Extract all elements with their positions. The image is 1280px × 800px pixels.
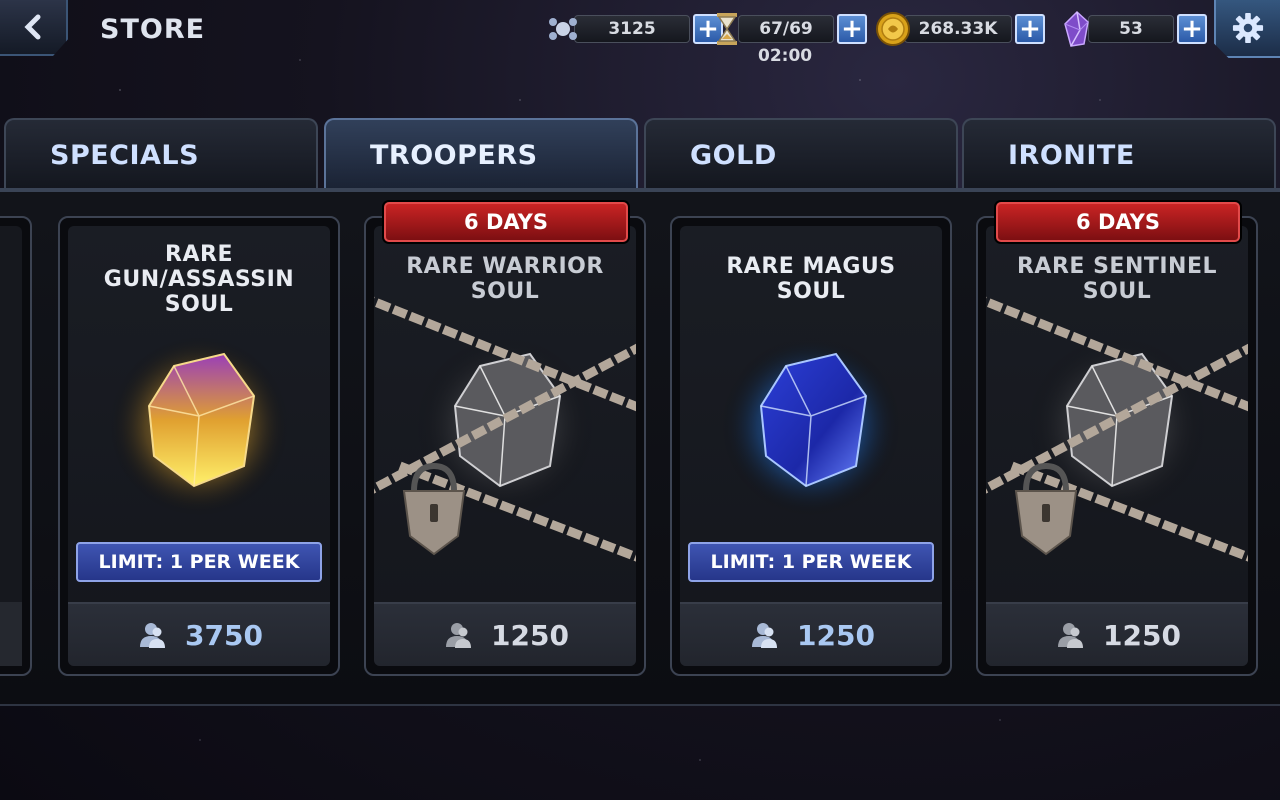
add-energy-button[interactable]: + xyxy=(837,14,867,44)
gold-counter: 268.33K + xyxy=(876,12,1045,46)
price-value: 3750 xyxy=(185,618,263,652)
price-value: 1250 xyxy=(797,618,875,652)
tab-troopers[interactable]: TROOPERS xyxy=(324,118,638,190)
purchase-limit-label: LIMIT: 1 PER WEEK xyxy=(76,542,322,582)
trooper-points-icon xyxy=(549,18,577,40)
tab-label: IRONITE xyxy=(1008,140,1135,171)
tab-label: TROOPERS xyxy=(370,140,538,171)
store-tabs: SPECIALS TROOPERS GOLD IRONITE xyxy=(0,118,1280,192)
item-price[interactable]: 3750 xyxy=(68,602,330,666)
tab-specials[interactable]: SPECIALS xyxy=(4,118,318,190)
time-remaining-badge: 6 DAYS xyxy=(384,202,628,242)
page-title: STORE xyxy=(100,14,206,45)
item-price[interactable]: 1250 xyxy=(680,602,942,666)
trooper-points-icon xyxy=(752,623,778,648)
energy-timer: 02:00 xyxy=(758,46,813,66)
back-button[interactable] xyxy=(0,0,68,56)
item-name: RARE GUN/ASSASSIN SOUL xyxy=(103,242,295,317)
store-item-card[interactable]: RARE MAGUS SOUL LIMIT: 1 PER WEEK 1250 xyxy=(670,216,952,676)
ironite-crystal-icon xyxy=(1064,10,1089,47)
tab-label: SPECIALS xyxy=(50,140,200,171)
hourglass-icon xyxy=(717,13,737,45)
ironite-counter: 53 + xyxy=(1064,10,1207,47)
partial-store-item-card[interactable] xyxy=(0,216,32,676)
trooper-points-value: 3125 xyxy=(574,15,690,43)
tab-ironite[interactable]: IRONITE xyxy=(962,118,1276,190)
energy-value: 67/69 xyxy=(738,15,834,43)
price-value: 1250 xyxy=(491,618,569,652)
lock-chains-icon xyxy=(986,296,1248,562)
purple-gold-soul-gem-icon xyxy=(109,336,289,516)
lock-chains-icon xyxy=(374,296,636,562)
energy-counter: 67/69 + xyxy=(716,12,867,46)
chevron-left-icon xyxy=(24,14,41,40)
item-name: RARE MAGUS SOUL xyxy=(726,254,896,304)
store-item-card[interactable]: RARE GUN/ASSASSIN SOUL LIMIT: 1 PER WEEK… xyxy=(58,216,340,676)
settings-button[interactable] xyxy=(1214,0,1280,58)
purchase-limit-label: LIMIT: 1 PER WEEK xyxy=(688,542,934,582)
trooper-points-icon xyxy=(1058,623,1084,648)
gold-value: 268.33K xyxy=(904,15,1012,43)
trooper-points-icon xyxy=(140,623,166,648)
item-price[interactable]: 1250 xyxy=(986,602,1248,666)
gear-icon xyxy=(1232,12,1264,44)
price-value: 1250 xyxy=(1103,618,1181,652)
store-item-card[interactable]: RARE SENTINEL SOUL 1250 6 DAYS xyxy=(976,202,1258,676)
tab-label: GOLD xyxy=(690,140,777,171)
add-ironite-button[interactable]: + xyxy=(1177,14,1207,44)
tab-gold[interactable]: GOLD xyxy=(644,118,958,190)
ironite-value: 53 xyxy=(1088,15,1174,43)
add-gold-button[interactable]: + xyxy=(1015,14,1045,44)
trooper-points-counter: 3125 + xyxy=(549,12,723,46)
store-item-list[interactable]: RARE GUN/ASSASSIN SOUL LIMIT: 1 PER WEEK… xyxy=(0,192,1280,706)
item-price[interactable]: 1250 xyxy=(374,602,636,666)
gold-coin-icon xyxy=(876,12,910,46)
trooper-points-icon xyxy=(446,623,472,648)
time-remaining-badge: 6 DAYS xyxy=(996,202,1240,242)
blue-soul-gem-icon xyxy=(721,336,901,516)
store-item-card[interactable]: RARE WARRIOR SOUL 1250 6 DAYS xyxy=(364,202,646,676)
